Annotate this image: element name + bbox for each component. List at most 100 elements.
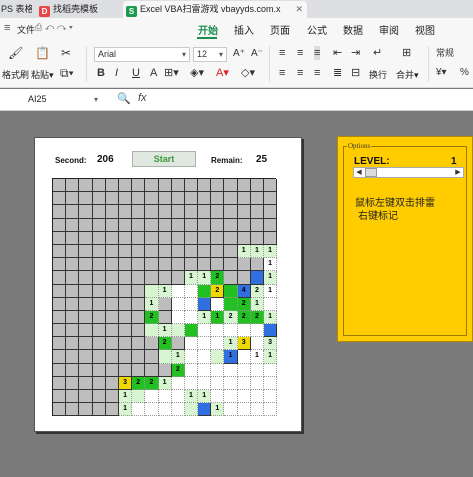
board-cell[interactable] xyxy=(211,363,225,377)
chevron-left-icon[interactable]: ◀ xyxy=(354,168,364,177)
board-cell[interactable] xyxy=(66,310,80,325)
board-cell[interactable] xyxy=(211,350,225,364)
font-color-icon[interactable]: A▾ xyxy=(216,66,229,80)
align-middle-icon[interactable]: ≡ xyxy=(297,46,303,60)
board-cell[interactable] xyxy=(184,297,199,311)
board-cell[interactable] xyxy=(184,179,199,193)
percent-icon[interactable]: % xyxy=(460,66,469,80)
board-cell[interactable] xyxy=(118,258,133,272)
board-cell[interactable] xyxy=(158,192,172,206)
board-cell[interactable] xyxy=(105,218,119,232)
board-cell[interactable] xyxy=(79,350,93,364)
board-cell[interactable] xyxy=(105,297,119,311)
menu-icon[interactable]: ≡ xyxy=(4,22,10,34)
board-cell[interactable] xyxy=(53,297,67,311)
board-cell[interactable] xyxy=(132,350,146,364)
board-cell[interactable] xyxy=(158,205,172,219)
board-cell[interactable]: 1 xyxy=(250,350,264,364)
board-cell[interactable] xyxy=(53,376,67,390)
board-cell[interactable] xyxy=(105,363,119,377)
board-cell[interactable] xyxy=(211,324,225,338)
board-cell[interactable]: 4 xyxy=(237,284,251,298)
board-cell[interactable] xyxy=(224,284,238,298)
board-cell[interactable]: 1 xyxy=(250,297,264,311)
board-cell[interactable] xyxy=(171,337,185,351)
board-cell[interactable] xyxy=(132,218,146,232)
board-cell[interactable] xyxy=(79,297,93,311)
board-cell[interactable] xyxy=(66,337,80,351)
board-cell[interactable] xyxy=(79,403,93,417)
board-cell[interactable] xyxy=(66,192,80,206)
board-cell[interactable] xyxy=(171,284,185,298)
board-cell[interactable] xyxy=(92,271,106,285)
board-cell[interactable] xyxy=(92,231,106,245)
board-cell[interactable] xyxy=(158,218,172,232)
board-cell[interactable] xyxy=(171,376,185,390)
board-cell[interactable] xyxy=(92,179,106,193)
board-cell[interactable] xyxy=(184,363,199,377)
board-cell[interactable]: 1 xyxy=(264,284,278,298)
board-cell[interactable]: 2 xyxy=(171,363,185,377)
board-cell[interactable] xyxy=(198,297,212,311)
board-cell[interactable] xyxy=(118,218,133,232)
board-cell[interactable] xyxy=(184,376,199,390)
slider-thumb[interactable] xyxy=(365,168,377,177)
board-cell[interactable] xyxy=(237,192,251,206)
board-cell[interactable]: 1 xyxy=(224,337,238,351)
board-cell[interactable] xyxy=(184,192,199,206)
board-cell[interactable] xyxy=(132,192,146,206)
level-slider[interactable]: ◀ ▶ xyxy=(353,167,464,178)
board-cell[interactable] xyxy=(53,363,67,377)
board-cell[interactable] xyxy=(92,218,106,232)
board-cell[interactable] xyxy=(237,363,251,377)
board-cell[interactable] xyxy=(118,310,133,325)
menu-insert[interactable]: 插入 xyxy=(234,22,254,37)
board-cell[interactable] xyxy=(158,258,172,272)
board-cell[interactable] xyxy=(66,179,80,193)
board-cell[interactable] xyxy=(118,192,133,206)
board-cell[interactable]: 1 xyxy=(198,310,212,325)
tab-ps-spreadsheet[interactable]: PS 表格 xyxy=(0,1,32,18)
strikethrough-icon[interactable]: A xyxy=(150,66,157,80)
board-cell[interactable] xyxy=(92,363,106,377)
board-cell[interactable] xyxy=(132,310,146,325)
board-cell[interactable] xyxy=(145,179,159,193)
board-cell[interactable] xyxy=(264,324,278,338)
board-cell[interactable] xyxy=(224,192,238,206)
board-cell[interactable] xyxy=(105,192,119,206)
board-cell[interactable] xyxy=(79,390,93,404)
board-cell[interactable]: 1 xyxy=(224,350,238,364)
board-cell[interactable] xyxy=(132,271,146,285)
board-cell[interactable] xyxy=(237,179,251,193)
board-cell[interactable] xyxy=(53,192,67,206)
cut-icon[interactable]: ✂ xyxy=(61,46,71,60)
board-cell[interactable] xyxy=(118,284,133,298)
board-cell[interactable] xyxy=(211,297,225,311)
merge-icon[interactable]: ⊞ xyxy=(402,46,411,60)
board-cell[interactable] xyxy=(92,205,106,219)
board-cell[interactable] xyxy=(184,231,199,245)
board-cell[interactable] xyxy=(184,350,199,364)
board-cell[interactable] xyxy=(118,337,133,351)
board-cell[interactable] xyxy=(105,179,119,193)
board-cell[interactable] xyxy=(53,258,67,272)
board-cell[interactable] xyxy=(105,258,119,272)
close-icon[interactable]: ✕ xyxy=(295,1,303,18)
board-cell[interactable] xyxy=(237,324,251,338)
board-cell[interactable]: 2 xyxy=(158,337,172,351)
board-cell[interactable] xyxy=(158,310,172,325)
board-cell[interactable] xyxy=(171,179,185,193)
number-format-select[interactable]: 常规 xyxy=(433,47,473,62)
board-cell[interactable] xyxy=(66,390,80,404)
indent-increase-icon[interactable]: ⇥ xyxy=(351,46,360,60)
board-cell[interactable] xyxy=(145,363,159,377)
board-cell[interactable]: 1 xyxy=(198,390,212,404)
board-cell[interactable] xyxy=(224,297,238,311)
board-cell[interactable] xyxy=(145,271,159,285)
format-painter-icon[interactable]: 🖌 xyxy=(8,46,23,60)
indent-decrease-icon[interactable]: ⇤ xyxy=(333,46,342,60)
board-cell[interactable] xyxy=(92,244,106,259)
format-painter-button[interactable]: 格式刷 xyxy=(2,68,29,81)
board-cell[interactable] xyxy=(53,337,67,351)
clear-format-icon[interactable]: ◇▾ xyxy=(241,66,255,80)
